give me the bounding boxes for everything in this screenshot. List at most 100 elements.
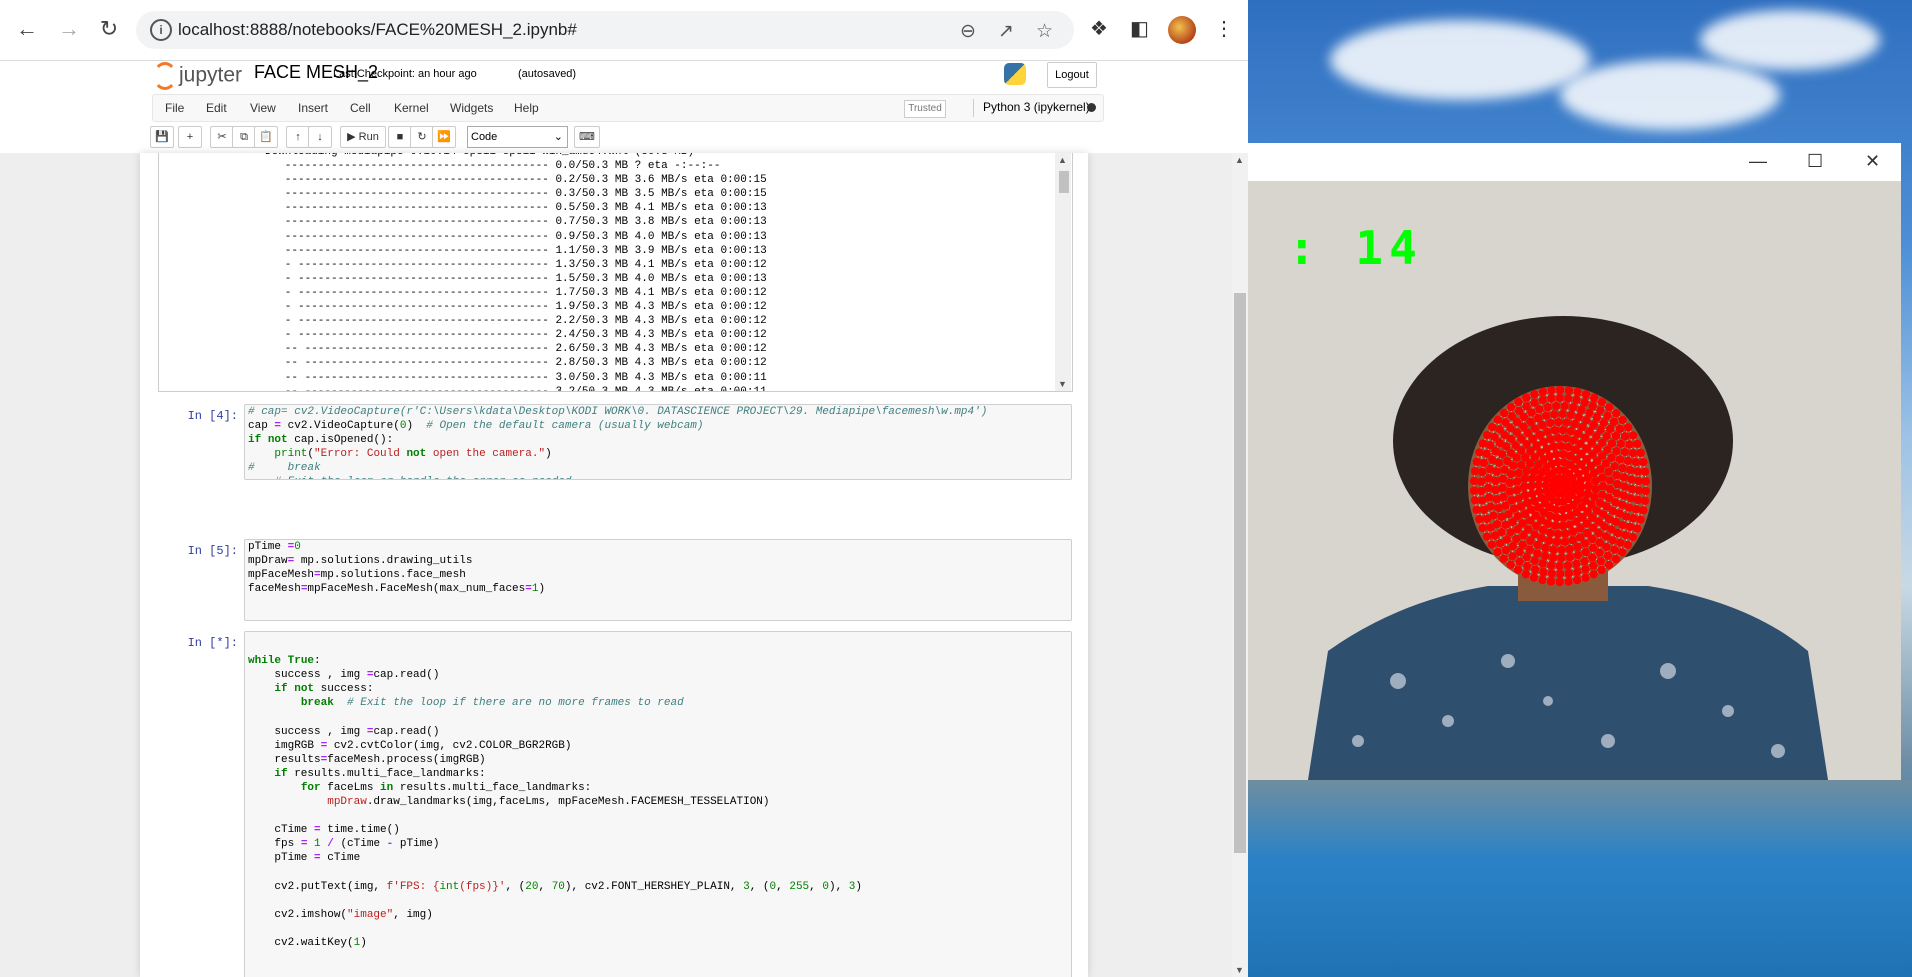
close-icon[interactable]: ✕ xyxy=(1865,151,1880,172)
face-landmark-point xyxy=(1556,385,1565,395)
back-button[interactable]: ← xyxy=(12,14,42,44)
face-landmark-point xyxy=(1627,475,1636,484)
face-landmark-point xyxy=(1615,455,1625,464)
face-landmark-point xyxy=(1580,556,1589,566)
face-landmark-point xyxy=(1514,397,1523,407)
face-landmark-point xyxy=(1594,528,1603,538)
cell-output-scroll-area[interactable]: Downloading mediapipe-0.10.14-cp311-cp31… xyxy=(158,153,1073,392)
face-landmark-point xyxy=(1596,557,1606,566)
face-landmark-point xyxy=(1562,418,1571,427)
scroll-down-icon[interactable]: ▼ xyxy=(1235,965,1244,975)
profile-avatar[interactable] xyxy=(1168,16,1196,44)
menu-kernel[interactable]: Kernel xyxy=(394,101,429,115)
face-landmark-point xyxy=(1634,486,1643,495)
bookmark-star-icon[interactable]: ☆ xyxy=(1036,20,1053,43)
face-landmark-point xyxy=(1591,485,1600,494)
face-landmark-point xyxy=(1619,473,1629,482)
side-panel-icon[interactable]: ◧ xyxy=(1130,16,1149,41)
face-landmark-point xyxy=(1596,425,1605,435)
command-palette-button[interactable]: ⌨ xyxy=(574,126,600,148)
reload-button[interactable]: ↻ xyxy=(94,14,124,44)
face-landmark-point xyxy=(1623,540,1633,550)
code-cell-5[interactable]: pTime =0 mpDraw= mp.solutions.drawing_ut… xyxy=(244,539,1072,621)
face-landmark-point xyxy=(1562,480,1572,489)
face-landmark-point xyxy=(1514,494,1523,503)
code-line: cv2.imshow("image", img) xyxy=(248,908,433,921)
paste-button[interactable]: 📋 xyxy=(254,126,278,148)
move-up-button[interactable]: ↑ xyxy=(286,126,310,148)
menu-cell[interactable]: Cell xyxy=(350,101,371,115)
face-landmark-point xyxy=(1506,402,1516,412)
face-landmark-point xyxy=(1530,390,1539,399)
move-down-button[interactable]: ↓ xyxy=(308,126,332,148)
restart-run-all-button[interactable]: ⏩ xyxy=(432,126,456,148)
face-landmark-point xyxy=(1530,556,1539,566)
face-landmark-point xyxy=(1611,431,1621,441)
url-field[interactable]: i localhost:8888/notebooks/FACE%20MESH_2… xyxy=(136,11,1074,49)
menu-file[interactable]: File xyxy=(165,101,184,115)
maximize-icon[interactable]: ☐ xyxy=(1807,151,1823,172)
extensions-icon[interactable]: ❖ xyxy=(1090,16,1108,41)
info-icon[interactable]: i xyxy=(150,19,172,41)
face-landmark-point xyxy=(1573,567,1582,577)
insert-cell-button[interactable]: + xyxy=(178,126,202,148)
face-landmark-point xyxy=(1512,485,1522,495)
restart-button[interactable]: ↻ xyxy=(410,126,434,148)
window-titlebar[interactable]: — ☐ ✕ xyxy=(1248,143,1901,181)
face-landmark-point xyxy=(1539,567,1548,577)
face-landmark-point xyxy=(1622,512,1631,521)
face-landmark-point xyxy=(1527,482,1536,491)
code-cell-5-source: pTime =0 mpDraw= mp.solutions.drawing_ut… xyxy=(245,540,1071,596)
minimize-icon[interactable]: — xyxy=(1749,151,1767,172)
zoom-out-icon[interactable]: ⊖ xyxy=(960,20,976,43)
menu-insert[interactable]: Insert xyxy=(298,101,328,115)
menu-kebab-icon[interactable]: ⋮ xyxy=(1214,16,1234,41)
address-bar-area: ← → ↻ i localhost:8888/notebooks/FACE%20… xyxy=(0,0,1248,61)
save-button[interactable]: 💾 xyxy=(150,126,174,148)
face-landmark-point xyxy=(1561,529,1570,538)
face-landmark-point xyxy=(1500,465,1509,474)
scroll-up-icon[interactable]: ▲ xyxy=(1235,155,1244,165)
face-landmark-point xyxy=(1572,575,1582,585)
face-landmark-point xyxy=(1522,402,1531,411)
menu-widgets[interactable]: Widgets xyxy=(450,101,493,115)
cut-button[interactable]: ✂ xyxy=(210,126,234,148)
forward-button[interactable]: → xyxy=(54,14,84,44)
copy-button[interactable]: ⧉ xyxy=(232,126,256,148)
checkpoint-status: Last Checkpoint: an hour ago xyxy=(333,68,477,80)
code-cell-4[interactable]: # cap= cv2.VideoCapture(r'C:\Users\kdata… xyxy=(244,404,1072,480)
code-cell-running[interactable]: while True: success , img =cap.read() if… xyxy=(244,631,1072,977)
scroll-down-icon[interactable]: ▼ xyxy=(1058,379,1067,389)
scroll-up-icon[interactable]: ▲ xyxy=(1058,155,1067,165)
interrupt-button[interactable]: ■ xyxy=(388,126,412,148)
face-landmark-point xyxy=(1526,536,1535,545)
output-scrollbar-thumb[interactable] xyxy=(1059,171,1069,193)
face-landmark-point xyxy=(1508,552,1517,561)
face-landmark-point xyxy=(1565,552,1575,562)
face-landmark-point xyxy=(1633,439,1642,449)
face-landmark-point xyxy=(1624,503,1634,512)
face-landmark-point xyxy=(1472,457,1481,466)
menu-edit[interactable]: Edit xyxy=(206,101,227,115)
output-scrollbar[interactable]: ▲ ▼ xyxy=(1055,153,1071,391)
face-landmark-point xyxy=(1514,468,1523,478)
face-landmark-point xyxy=(1491,485,1500,495)
face-landmark-point xyxy=(1482,449,1491,458)
menu-view[interactable]: View xyxy=(250,101,276,115)
cell-type-select[interactable]: Code ⌄ xyxy=(467,126,568,148)
face-landmark-point xyxy=(1549,442,1559,451)
code-cell-running-source: while True: success , img =cap.read() if… xyxy=(245,632,1071,950)
face-landmark-point xyxy=(1616,439,1626,448)
kernel-name[interactable]: Python 3 (ipykernel) xyxy=(983,100,1090,114)
page-scrollbar[interactable]: ▲ ▼ xyxy=(1232,153,1248,977)
face-landmark-point xyxy=(1515,547,1524,557)
jupyter-logo[interactable]: jupyter xyxy=(153,62,242,90)
share-icon[interactable]: ↗ xyxy=(998,20,1014,43)
run-button[interactable]: ▶ Run xyxy=(340,126,386,148)
trusted-badge[interactable]: Trusted xyxy=(904,100,946,118)
logout-button[interactable]: Logout xyxy=(1047,62,1097,88)
python-logo-icon xyxy=(1004,63,1026,85)
face-landmark-point xyxy=(1533,549,1542,558)
menu-help[interactable]: Help xyxy=(514,101,539,115)
page-scrollbar-thumb[interactable] xyxy=(1234,293,1246,853)
